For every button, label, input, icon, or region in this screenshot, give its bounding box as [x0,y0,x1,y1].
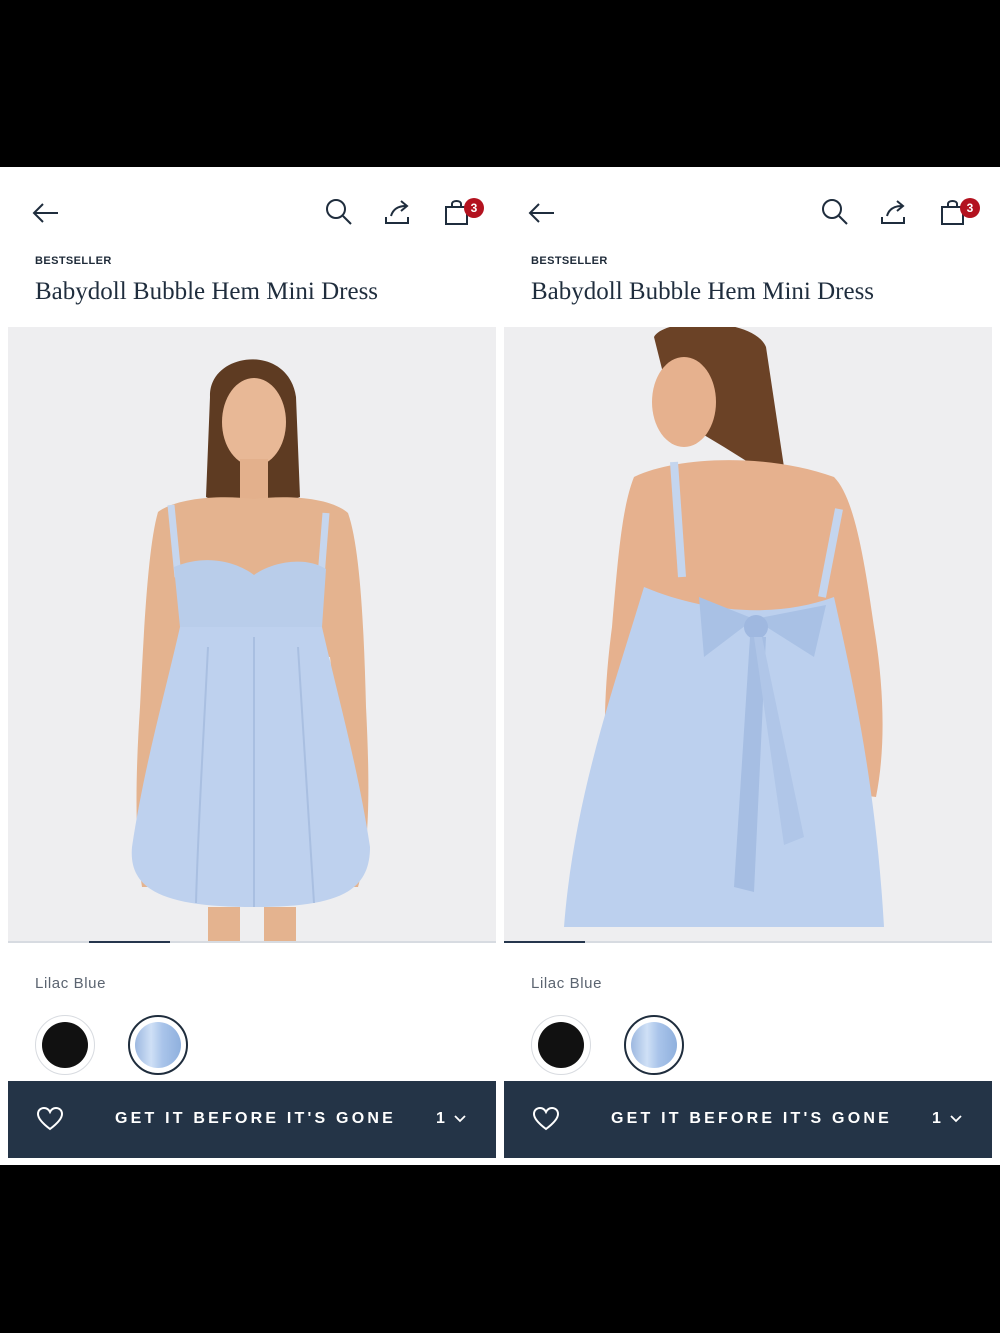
product-screen-front: 3 BESTSELLER Babydoll Bubble Hem Mini Dr… [8,167,496,1165]
image-carousel-progress-indicator [504,941,585,943]
cart-count-badge: 3 [960,198,980,218]
image-carousel-progress [8,941,496,943]
comparison-screen: 3 BESTSELLER Babydoll Bubble Hem Mini Dr… [0,167,1000,1165]
quantity-value[interactable]: 1 [932,1110,941,1128]
product-title: Babydoll Bubble Hem Mini Dress [531,278,875,305]
chevron-down-icon[interactable] [453,1113,467,1125]
add-to-bag-button[interactable]: GET IT BEFORE IT'S GONE [115,1110,396,1128]
product-title: Babydoll Bubble Hem Mini Dress [35,278,379,305]
top-navigation-bar: 3 [8,167,496,257]
product-image-back[interactable] [504,327,992,941]
color-swatch-black[interactable] [531,1015,591,1075]
search-icon[interactable] [324,197,354,227]
selected-color-label: Lilac Blue [35,975,107,992]
image-carousel-progress [504,941,992,943]
top-navigation-bar: 3 [504,167,992,257]
add-to-bag-bar[interactable]: GET IT BEFORE IT'S GONE 1 [8,1081,496,1158]
quantity-value[interactable]: 1 [436,1110,445,1128]
add-to-bag-bar[interactable]: GET IT BEFORE IT'S GONE 1 [504,1081,992,1158]
product-screen-back: 3 BESTSELLER Babydoll Bubble Hem Mini Dr… [504,167,992,1165]
color-swatch-lilac-blue[interactable] [624,1015,684,1075]
bestseller-label: BESTSELLER [35,255,112,267]
selected-color-label: Lilac Blue [531,975,603,992]
arrow-left-icon[interactable] [526,199,558,227]
bestseller-label: BESTSELLER [531,255,608,267]
share-icon[interactable] [878,197,908,227]
search-icon[interactable] [820,197,850,227]
add-to-bag-button[interactable]: GET IT BEFORE IT'S GONE [611,1110,892,1128]
color-swatch-lilac-blue[interactable] [128,1015,188,1075]
chevron-down-icon[interactable] [949,1113,963,1125]
heart-icon[interactable] [36,1105,64,1133]
product-image-front[interactable] [8,327,496,941]
heart-icon[interactable] [532,1105,560,1133]
cart-count-badge: 3 [464,198,484,218]
arrow-left-icon[interactable] [30,199,62,227]
image-carousel-progress-indicator [89,941,170,943]
share-icon[interactable] [382,197,412,227]
color-swatch-black[interactable] [35,1015,95,1075]
